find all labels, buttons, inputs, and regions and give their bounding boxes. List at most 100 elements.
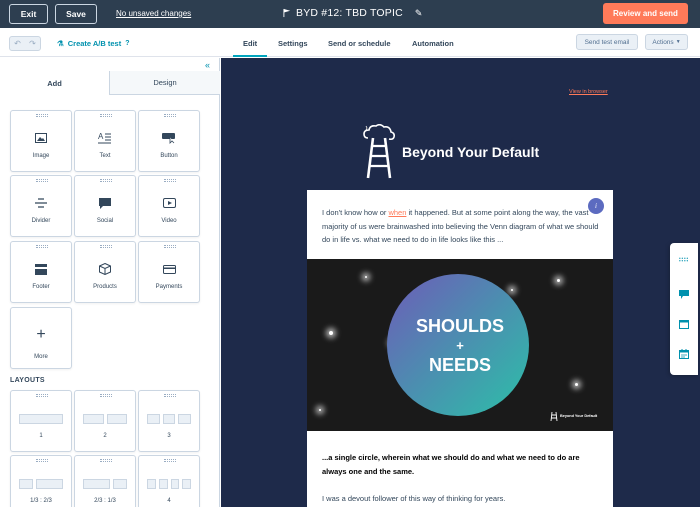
drag-handle[interactable] [164,394,176,397]
email-canvas: View in browser Beyond Your Default I do… [221,58,700,507]
layout-3-column[interactable]: 3 [138,390,200,452]
comment-icon[interactable] [679,290,689,299]
drag-handle[interactable] [164,179,176,182]
drag-handle[interactable] [164,459,176,462]
layout-1-3-2-3[interactable]: 1/3 : 2/3 [10,455,72,507]
bold-paragraph[interactable]: ...a single circle, wherein what we shou… [322,451,602,479]
email-body: I don't know how or when it happened. Bu… [307,190,613,507]
exit-button[interactable]: Exit [9,4,48,24]
sparkle-icon [365,276,367,278]
social-icon [99,197,111,209]
module-label: Image [32,153,50,159]
brand-name: Beyond Your Default [402,144,540,160]
send-test-email-button[interactable]: Send test email [576,34,638,50]
layout-label: 1 [39,433,43,439]
drag-handle[interactable] [36,459,48,462]
flag-icon [283,8,291,18]
drag-handle[interactable] [36,245,48,248]
preview-window-icon[interactable] [679,320,689,329]
layout-2-column[interactable]: 2 [74,390,136,452]
grid-dots-icon[interactable] [679,255,689,264]
module-label: Text [99,153,111,159]
tab-automation[interactable]: Automation [412,39,454,48]
layout-2-3-1-3[interactable]: 2/3 : 1/3 [74,455,136,507]
ab-test-label: Create A/B test [67,39,122,48]
module-label: Divider [31,218,51,224]
review-and-send-button[interactable]: Review and send [603,3,688,24]
module-image[interactable]: Image [10,110,72,172]
sparkle-icon [511,289,513,291]
undo-redo-group: ↶ ↷ [9,36,41,51]
intro-paragraph[interactable]: I don't know how or when it happened. Bu… [322,206,602,247]
module-divider[interactable]: Divider [10,175,72,237]
module-label: Social [96,218,114,224]
email-title-text: BYD #12: TBD TOPIC [296,7,403,19]
module-payments[interactable]: Payments [138,241,200,303]
collapse-panel-icon[interactable]: « [205,60,210,70]
divider-icon [35,198,47,208]
brand-logo[interactable]: Beyond Your Default [362,124,539,180]
undo-icon[interactable]: ↶ [10,37,25,50]
drag-handle[interactable] [36,394,48,397]
layout-label: 2/3 : 1/3 [94,498,116,504]
module-video[interactable]: Video [138,175,200,237]
email-title[interactable]: BYD #12: TBD TOPIC ✎ [283,7,422,19]
closing-paragraph[interactable]: I was a devout follower of this way of t… [322,494,602,503]
layout-4-column[interactable]: 4 [138,455,200,507]
tab-send-or-schedule[interactable]: Send or schedule [328,39,391,48]
module-social[interactable]: Social [74,175,136,237]
help-icon: ? [125,40,130,47]
tab-design[interactable]: Design [110,71,220,95]
products-icon [99,263,111,275]
actions-dropdown[interactable]: Actions ▼ [645,34,688,50]
svg-text:A: A [98,132,104,141]
drag-handle[interactable] [100,245,112,248]
caret-down-icon: ▼ [675,39,681,45]
footer-icon [35,263,47,275]
module-button[interactable]: Button [138,110,200,172]
hero-brand-mark: Beyond Your Default [550,411,597,421]
right-tool-rail [670,243,698,375]
module-text[interactable]: A Text [74,110,136,172]
active-tab-indicator [233,55,267,57]
module-footer[interactable]: Footer [10,241,72,303]
module-label: Button [160,153,178,159]
view-in-browser-link[interactable]: View in browser [569,89,608,95]
drag-handle[interactable] [100,394,112,397]
drag-handle[interactable] [164,245,176,248]
unsaved-changes-link[interactable]: No unsaved changes [116,9,191,18]
hero-text-plus: + [456,338,464,353]
tab-settings[interactable]: Settings [278,39,308,48]
tab-edit[interactable]: Edit [243,39,257,48]
text-icon: A [98,132,111,144]
module-products[interactable]: Products [74,241,136,303]
drag-handle[interactable] [100,459,112,462]
create-ab-test-link[interactable]: ⚗ Create A/B test ? [57,39,130,48]
module-label: Products [93,284,117,290]
actions-label: Actions [652,38,674,46]
module-label: More [34,354,48,360]
sparkle-icon [319,409,321,411]
calendar-icon[interactable] [679,348,689,359]
drag-handle[interactable] [100,114,112,117]
redo-icon[interactable]: ↷ [25,37,40,50]
image-icon [35,133,47,143]
drag-handle[interactable] [100,179,112,182]
when-link[interactable]: when [388,208,406,217]
drag-handle[interactable] [36,114,48,117]
drag-handle[interactable] [164,114,176,117]
layout-label: 4 [167,498,171,504]
drag-handle[interactable] [36,179,48,182]
editor-toolbar: ↶ ↷ ⚗ Create A/B test ? Edit Settings Se… [0,28,700,57]
sparkle-icon [575,383,578,386]
tab-add[interactable]: Add [0,71,110,95]
pencil-icon[interactable]: ✎ [415,8,423,19]
save-button[interactable]: Save [55,4,97,24]
layout-1-column[interactable]: 1 [10,390,72,452]
info-badge-icon[interactable]: i [588,198,604,214]
hero-image[interactable]: SHOULDS + NEEDS Beyond Your Default [307,259,613,431]
module-more[interactable]: + More [10,307,72,369]
module-label: Payments [155,284,183,290]
left-panel: « Add Design Image A Text Button Divider… [0,58,220,507]
layout-label: 1/3 : 2/3 [30,498,52,504]
